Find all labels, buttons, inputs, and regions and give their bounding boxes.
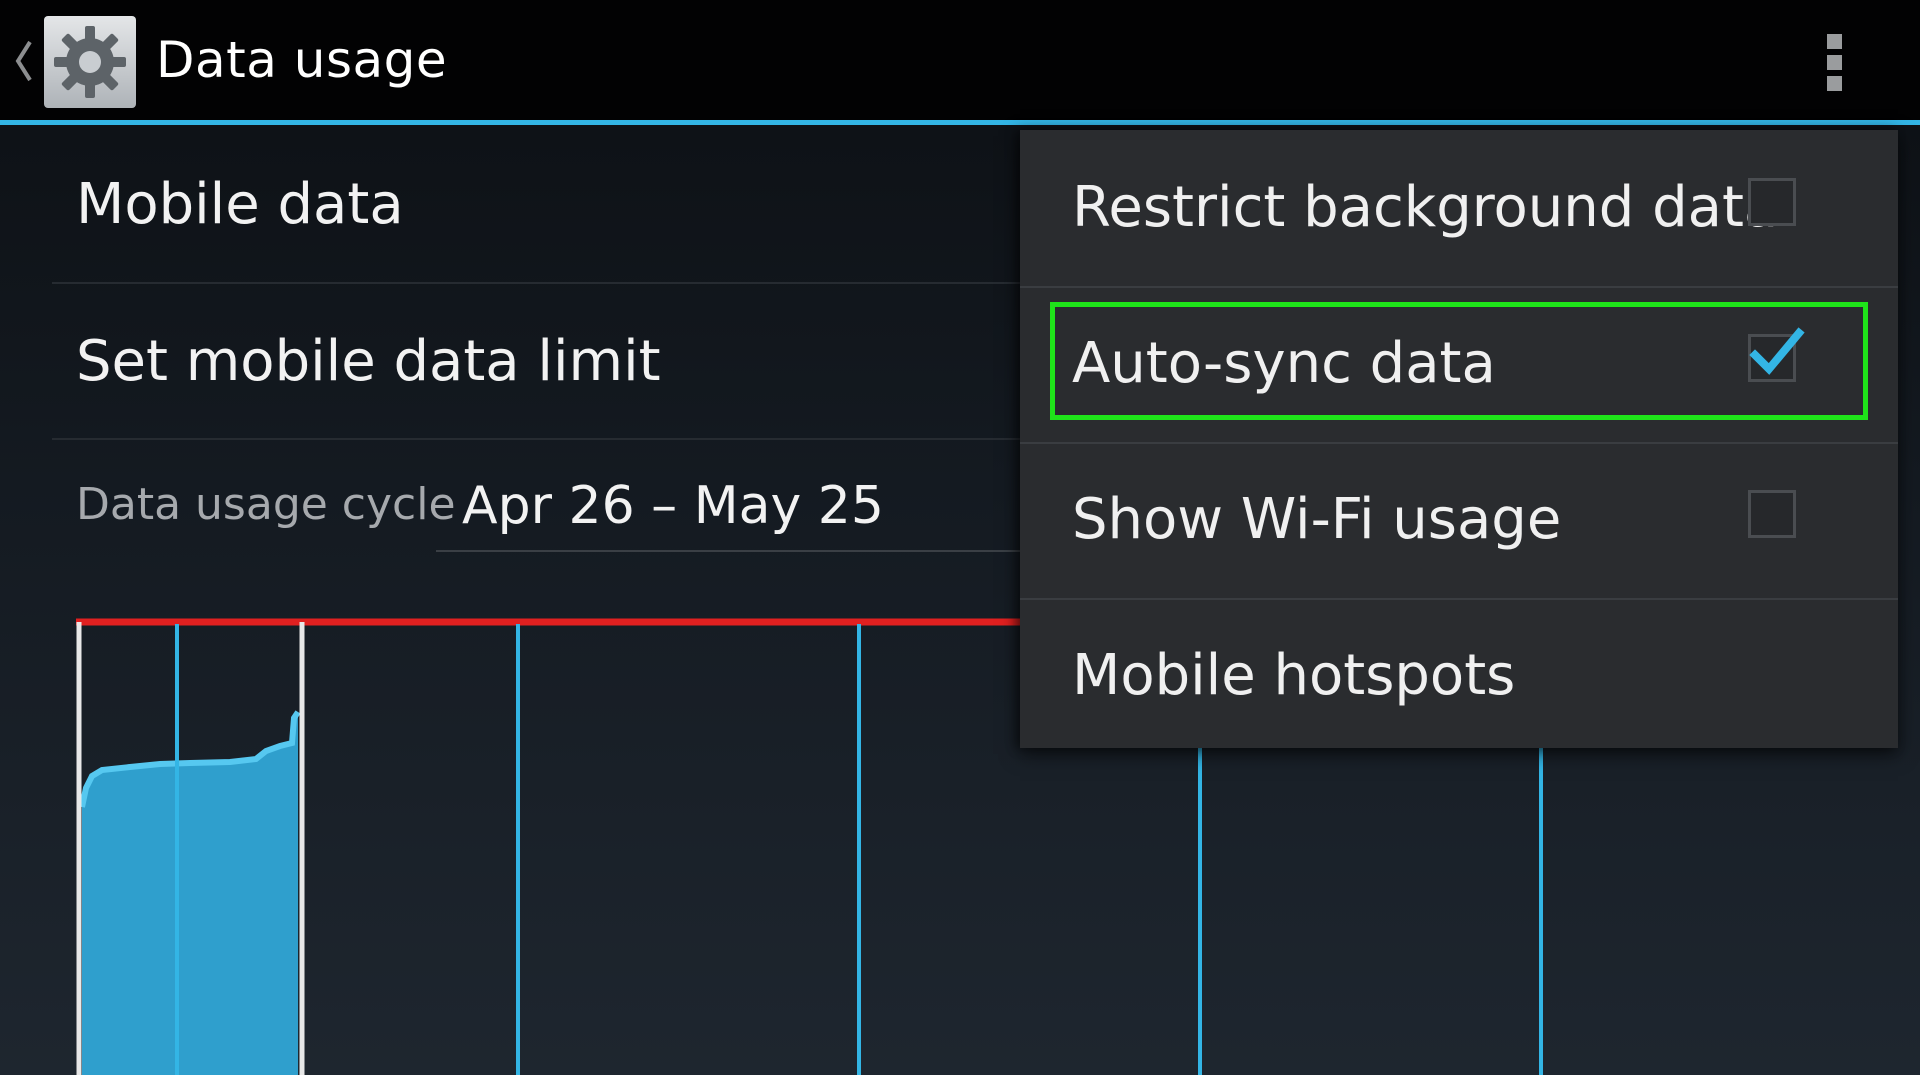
settings-gear-icon[interactable] [44, 16, 136, 108]
action-bar: Data usage [0, 0, 1920, 120]
mobile-data-row[interactable]: Mobile data [52, 128, 1052, 284]
set-data-limit-row[interactable]: Set mobile data limit [52, 284, 1052, 440]
menu-item-label: Auto-sync data [1072, 331, 1496, 396]
overflow-menu: Restrict background data Auto-sync data … [1020, 130, 1898, 748]
show-wifi-usage-checkbox[interactable] [1748, 490, 1796, 538]
chevron-left-icon[interactable] [12, 38, 36, 84]
overflow-dot [1826, 33, 1842, 49]
menu-item-label: Mobile hotspots [1072, 643, 1516, 708]
overflow-menu-icon[interactable] [1816, 20, 1852, 104]
data-usage-cycle-value: Apr 26 – May 25 [462, 476, 884, 536]
menu-item-show-wifi-usage[interactable]: Show Wi-Fi usage [1020, 442, 1898, 600]
menu-item-label: Show Wi-Fi usage [1072, 487, 1562, 552]
menu-item-label: Restrict background data [1072, 175, 1779, 240]
data-usage-cycle-spinner[interactable]: Apr 26 – May 25 [436, 460, 1056, 552]
overflow-dot [1826, 75, 1842, 91]
checkmark-icon [1749, 327, 1805, 375]
action-bar-divider [0, 120, 1920, 125]
menu-item-restrict-background-data[interactable]: Restrict background data [1020, 130, 1898, 288]
data-usage-cycle-label: Data usage cycle [76, 479, 456, 530]
page-title: Data usage [156, 31, 448, 89]
restrict-background-data-checkbox[interactable] [1748, 178, 1796, 226]
mobile-data-label: Mobile data [76, 172, 404, 237]
menu-item-mobile-hotspots[interactable]: Mobile hotspots [1020, 598, 1898, 754]
overflow-dot [1826, 54, 1842, 70]
auto-sync-data-checkbox[interactable] [1748, 327, 1805, 382]
data-usage-screen: Data usage Mobile data Set mobile data l… [0, 0, 1920, 1075]
set-data-limit-label: Set mobile data limit [76, 329, 661, 394]
menu-item-auto-sync-data[interactable]: Auto-sync data [1020, 286, 1898, 444]
